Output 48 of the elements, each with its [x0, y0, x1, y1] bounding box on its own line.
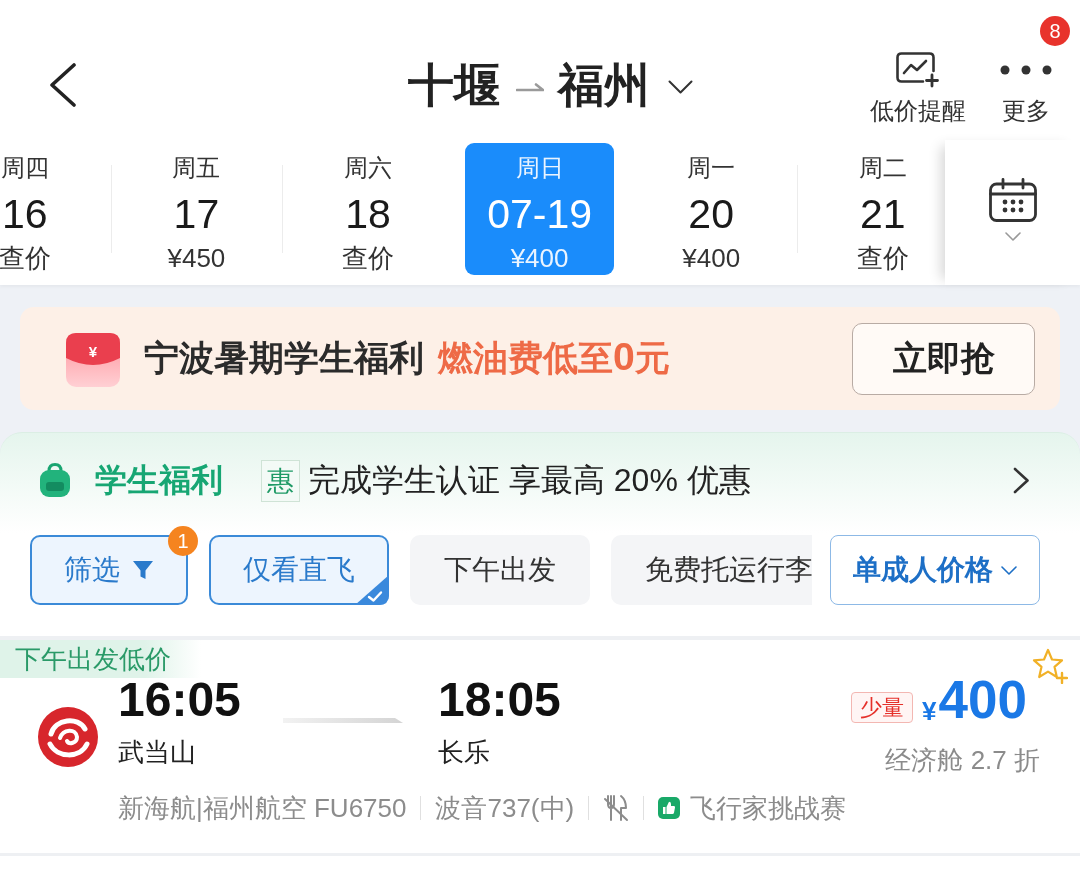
backpack-icon [38, 463, 72, 498]
notification-badge: 8 [1040, 16, 1070, 46]
date-tab[interactable]: 周一 20 ¥400 [636, 143, 786, 275]
grab-button[interactable]: 立即抢 [852, 322, 1035, 395]
promo-highlight: 燃油费低至0元 [438, 335, 670, 380]
price-amount: 400 [938, 672, 1027, 728]
date-tab[interactable]: 周五 17 ¥450 [121, 143, 271, 275]
flight-card[interactable]: 下午出发低价 16:05 武当山 18:05 长乐 少量 ¥400 经济舱 2.7 折 新海航|福州航空 FU6750 波音737(中) 飞行家挑战赛 [0, 640, 1080, 856]
chart-plus-icon [896, 52, 940, 88]
star-plus-icon[interactable] [1032, 648, 1068, 684]
more-button[interactable]: 更多 [1000, 65, 1052, 126]
arrival-time: 18:05 [438, 672, 561, 728]
departure-airport: 武当山 [118, 736, 196, 768]
discount-tag: 惠 [261, 459, 300, 502]
dropdown-caret-icon[interactable] [667, 80, 693, 94]
crossed-utensils-icon [603, 794, 630, 822]
airline-flight-number: 新海航|福州航空 FU6750 [118, 792, 407, 825]
thumbs-up-icon [658, 797, 681, 819]
cabin-discount: 经济舱 2.7 折 [885, 744, 1040, 776]
filter-chip[interactable]: 仅看直飞 [209, 535, 389, 605]
chevron-down-icon [1004, 232, 1021, 241]
calendar-icon [988, 178, 1037, 222]
back-icon[interactable] [48, 63, 78, 107]
filter-chip[interactable]: 免费托运行李 [611, 535, 812, 605]
check-corner-icon [355, 575, 389, 605]
chevron-right-icon[interactable] [1013, 467, 1030, 494]
price-mode-dropdown[interactable]: 单成人价格 [830, 535, 1040, 605]
arrival-airport: 长乐 [438, 736, 490, 768]
airline-logo [38, 707, 98, 767]
date-tab[interactable]: 周四 16 查价 [0, 143, 100, 275]
student-benefit-text: 完成学生认证 享最高 20% 优惠 [308, 460, 751, 500]
currency-symbol: ¥ [922, 696, 937, 726]
promo-title: 宁波暑期学生福利 [144, 337, 424, 379]
stock-tag: 少量 [851, 692, 914, 723]
aircraft-type: 波音737(中) [435, 792, 575, 825]
date-tab[interactable]: 周二 21 查价 [808, 143, 945, 275]
chevron-down-icon [1001, 565, 1017, 575]
origin-city: 十堰 [407, 58, 500, 113]
date-tab[interactable]: 周六 18 查价 [293, 143, 443, 275]
promo-banner[interactable]: ¥ 宁波暑期学生福利 燃油费低至0元 立即抢 [20, 307, 1060, 410]
student-benefit-title: 学生福利 [95, 460, 223, 500]
filter-count-badge: 1 [168, 526, 198, 556]
filter-chip[interactable]: 下午出发 [410, 535, 590, 605]
promo-event-label: 飞行家挑战赛 [690, 792, 847, 825]
funnel-icon [132, 559, 154, 581]
price-alert-button[interactable]: 低价提醒 [870, 52, 966, 126]
destination-city: 福州 [557, 58, 650, 113]
more-icon [1000, 65, 1052, 75]
